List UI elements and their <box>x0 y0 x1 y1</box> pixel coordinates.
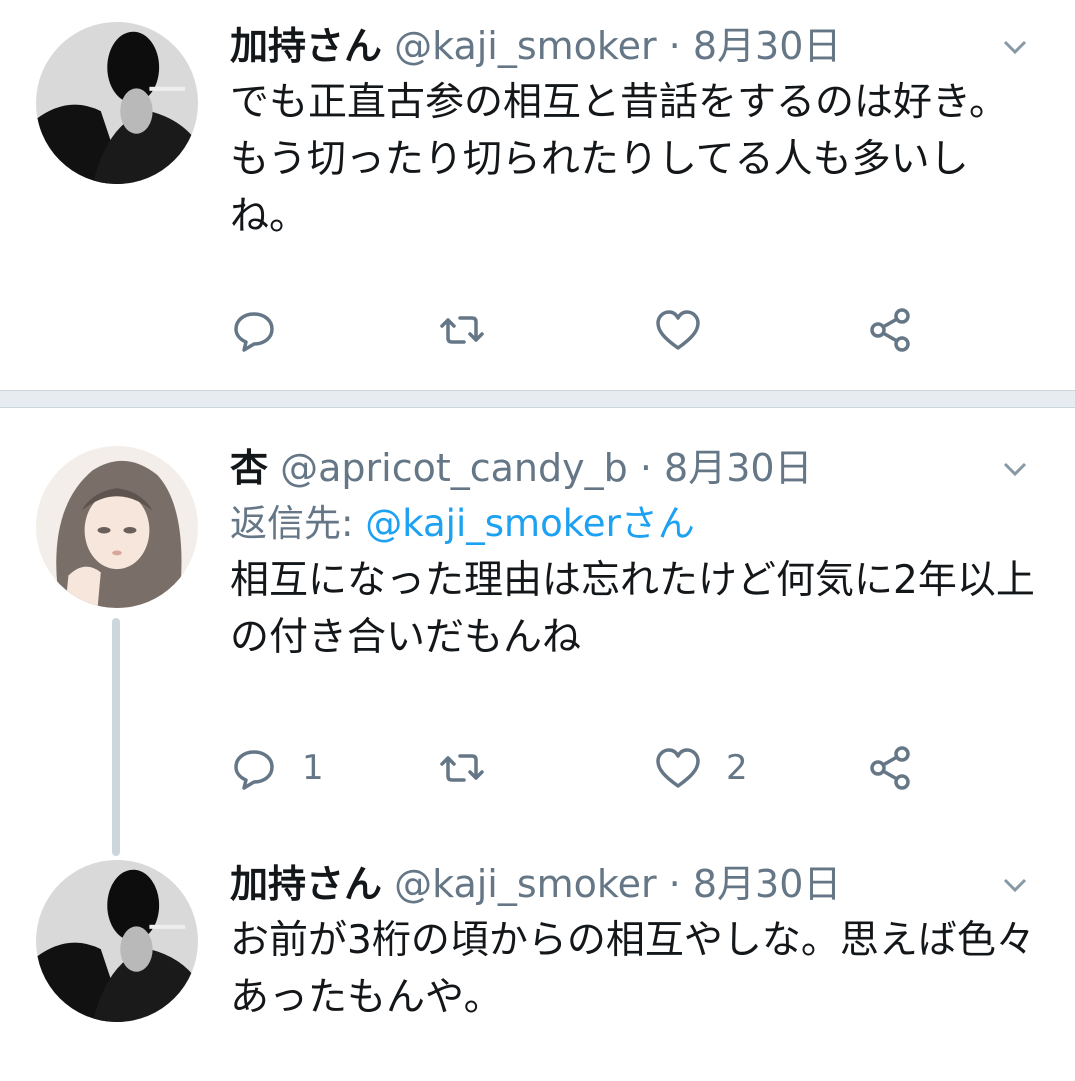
reply-icon <box>234 312 274 352</box>
reply-to-label: 返信先: <box>230 502 366 545</box>
display-name[interactable]: 加持さん <box>230 24 382 68</box>
avatar[interactable] <box>36 860 198 1022</box>
avatar-smoker-image <box>36 860 198 1022</box>
separator-dot: · <box>668 862 681 906</box>
like-button[interactable] <box>654 300 726 360</box>
share-icon <box>870 308 910 352</box>
tweet-3[interactable]: 加持さん @kaji_smoker · 8月30日 お前が3桁の頃からの相互やし… <box>0 838 1075 1081</box>
separator-dot: · <box>639 446 652 490</box>
like-icon <box>656 310 700 350</box>
share-button[interactable] <box>866 300 914 360</box>
tweet-date[interactable]: 8月30日 <box>664 446 813 490</box>
avatar[interactable] <box>36 446 198 608</box>
reply-icon <box>234 750 274 790</box>
tweet-divider <box>0 390 1075 408</box>
tweet-header: 杏 @apricot_candy_b · 8月30日 <box>230 440 1035 496</box>
reply-button[interactable]: 1 <box>230 738 324 798</box>
tweet-2[interactable]: 杏 @apricot_candy_b · 8月30日 返信先: @kaji_sm… <box>0 408 1075 856</box>
like-icon <box>656 748 700 788</box>
tweet-date[interactable]: 8月30日 <box>693 24 842 68</box>
chevron-down-icon[interactable] <box>995 870 1035 900</box>
share-icon <box>870 746 910 790</box>
tweet-text: 相互になった理由は忘れたけど何気に2年以上の付き合いだもんね <box>230 558 1035 660</box>
tweet-header: 加持さん @kaji_smoker · 8月30日 <box>230 856 1035 912</box>
display-name[interactable]: 加持さん <box>230 862 382 906</box>
avatar[interactable] <box>36 22 198 184</box>
avatar-smoker-image <box>36 22 198 184</box>
separator-dot: · <box>668 24 681 68</box>
retweet-icon <box>440 316 484 344</box>
avatar-anime-girl-image <box>36 446 198 608</box>
tweet-date[interactable]: 8月30日 <box>693 862 842 906</box>
reply-to-line: 返信先: @kaji_smokerさん <box>230 496 1035 552</box>
like-count: 2 <box>726 748 748 788</box>
reply-count: 1 <box>302 748 324 788</box>
thread-connector <box>112 618 120 856</box>
retweet-icon <box>440 754 484 782</box>
user-handle[interactable]: @kaji_smoker <box>394 862 656 906</box>
chevron-down-icon[interactable] <box>995 454 1035 484</box>
user-handle[interactable]: @kaji_smoker <box>394 24 656 68</box>
chevron-down-icon[interactable] <box>995 32 1035 62</box>
tweet-text: お前が3桁の頃からの相互やしな。思えば色々あったもんや。 <box>230 918 1035 1020</box>
reply-button[interactable] <box>230 300 302 360</box>
display-name[interactable]: 杏 <box>230 446 268 490</box>
tweet-1[interactable]: 加持さん @kaji_smoker · 8月30日 でも正直古参の相互と昔話をす… <box>0 0 1075 390</box>
reply-to-mention[interactable]: @kaji_smokerさん <box>365 502 695 545</box>
share-button[interactable] <box>866 738 914 798</box>
action-bar <box>230 300 950 360</box>
user-handle[interactable]: @apricot_candy_b <box>280 446 628 490</box>
retweet-button[interactable] <box>438 300 486 360</box>
like-button[interactable]: 2 <box>654 738 748 798</box>
action-bar: 1 2 <box>230 738 950 798</box>
retweet-button[interactable] <box>438 738 486 798</box>
tweet-header: 加持さん @kaji_smoker · 8月30日 <box>230 18 1035 74</box>
tweet-text: でも正直古参の相互と昔話をするのは好き。もう切ったり切られたりしてる人も多いしね… <box>230 80 1009 239</box>
